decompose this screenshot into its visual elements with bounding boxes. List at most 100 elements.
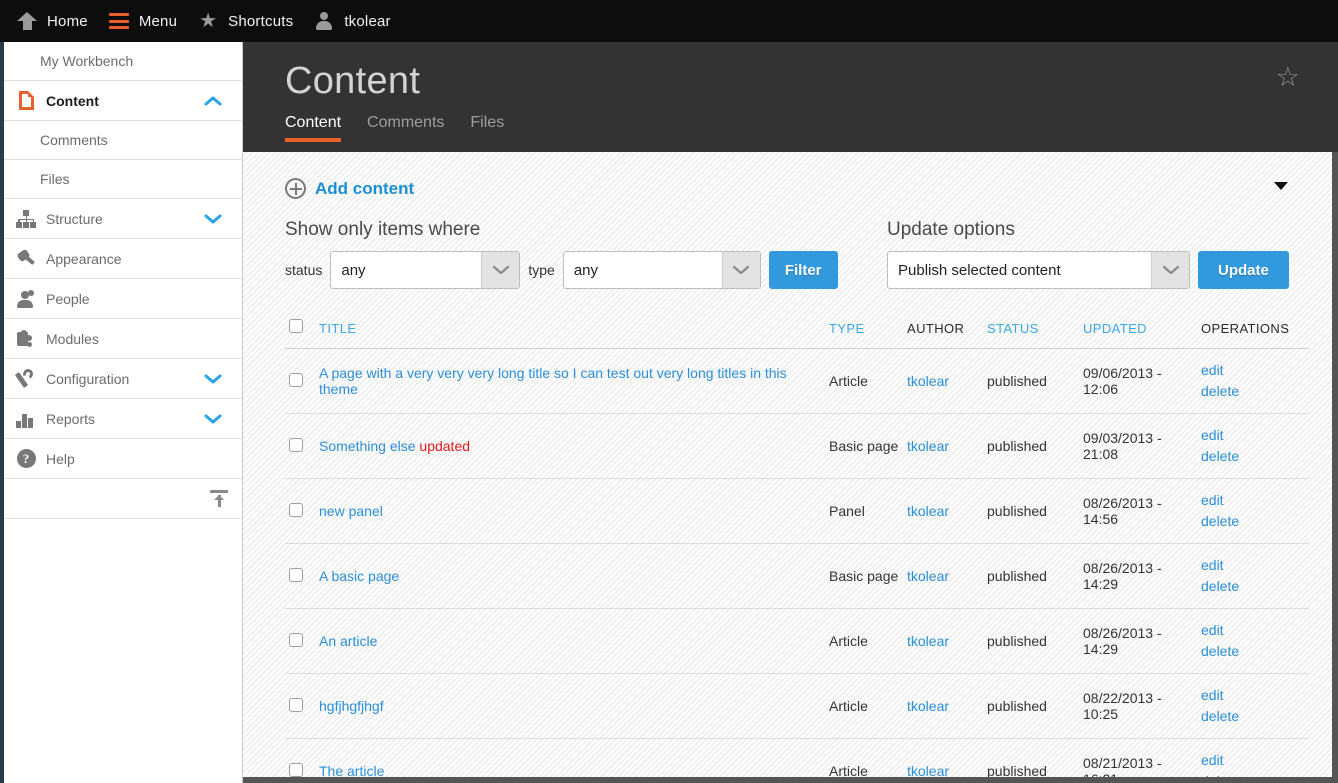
column-header-type[interactable]: TYPE (825, 311, 903, 349)
row-author-cell: tkolear (903, 544, 983, 609)
row-title-link[interactable]: A basic page (319, 568, 399, 584)
row-operations-cell: editdelete (1197, 674, 1309, 739)
column-header-updated[interactable]: UPDATED (1079, 311, 1197, 349)
collapse-toolbar-icon[interactable] (210, 490, 228, 508)
tab-files[interactable]: Files (470, 114, 504, 142)
chevron-up-icon[interactable] (204, 95, 222, 107)
column-header-author: AUTHOR (903, 311, 983, 349)
row-delete-link[interactable]: delete (1201, 381, 1305, 402)
row-delete-link[interactable]: delete (1201, 511, 1305, 532)
sidebar-item-appearance[interactable]: Appearance (4, 239, 242, 279)
tab-content[interactable]: Content (285, 114, 341, 142)
sidebar-item-label: Files (40, 171, 70, 187)
sidebar-item-structure[interactable]: Structure (4, 199, 242, 239)
plus-circle-icon (285, 178, 306, 199)
sidebar-item-modules[interactable]: Modules (4, 319, 242, 359)
app-window: Home Menu ★ Shortcuts tkolear My Workben… (0, 0, 1338, 783)
row-edit-link[interactable]: edit (1201, 490, 1305, 511)
row-checkbox[interactable] (289, 503, 303, 517)
page-title: Content (285, 60, 1338, 102)
row-title-link[interactable]: hgfjhgfjhgf (319, 698, 384, 714)
status-select[interactable]: any (330, 251, 520, 289)
sidebar-item-comments[interactable]: Comments (4, 121, 242, 160)
toolbar-item-menu[interactable]: Menu (102, 0, 191, 42)
row-delete-link[interactable]: delete (1201, 771, 1305, 783)
star-icon: ★ (197, 10, 219, 32)
sidebar-item-configuration[interactable]: Configuration (4, 359, 242, 399)
sidebar-item-files[interactable]: Files (4, 160, 242, 199)
sidebar-item-content[interactable]: Content (4, 81, 242, 121)
toolbar-item-shortcuts[interactable]: ★ Shortcuts (191, 0, 307, 42)
type-label: type (528, 262, 554, 278)
row-checkbox[interactable] (289, 633, 303, 647)
help-icon: ? (14, 448, 38, 470)
row-author-link[interactable]: tkolear (907, 438, 949, 454)
row-type-cell: Basic page (825, 544, 903, 609)
sidebar-item-reports[interactable]: Reports (4, 399, 242, 439)
row-operations-cell: editdelete (1197, 544, 1309, 609)
row-edit-link[interactable]: edit (1201, 360, 1305, 381)
row-edit-link[interactable]: edit (1201, 425, 1305, 446)
caret-down-icon[interactable] (1274, 182, 1288, 190)
row-author-link[interactable]: tkolear (907, 633, 949, 649)
row-checkbox[interactable] (289, 763, 303, 777)
row-author-cell: tkolear (903, 349, 983, 414)
toolbar-item-home[interactable]: Home (10, 0, 102, 42)
star-outline-icon[interactable]: ☆ (1276, 64, 1300, 91)
filter-button[interactable]: Filter (769, 251, 838, 289)
toolbar-shortcuts-label: Shortcuts (228, 13, 293, 30)
row-title-cell: A basic page (315, 544, 825, 609)
row-type-cell: Article (825, 739, 903, 783)
chevron-down-icon[interactable] (204, 413, 222, 425)
row-title-cell: A page with a very very very long title … (315, 349, 825, 414)
table-row: The articleArticletkolearpublished08/21/… (285, 739, 1309, 783)
row-delete-link[interactable]: delete (1201, 576, 1305, 597)
row-author-link[interactable]: tkolear (907, 373, 949, 389)
table-row: An articleArticletkolearpublished08/26/2… (285, 609, 1309, 674)
row-edit-link[interactable]: edit (1201, 555, 1305, 576)
row-author-link[interactable]: tkolear (907, 568, 949, 584)
row-edit-link[interactable]: edit (1201, 685, 1305, 706)
tab-comments[interactable]: Comments (367, 114, 444, 142)
row-author-link[interactable]: tkolear (907, 763, 949, 779)
row-title-link[interactable]: A page with a very very very long title … (319, 365, 787, 397)
row-checkbox[interactable] (289, 568, 303, 582)
chevron-down-icon[interactable] (204, 373, 222, 385)
row-delete-link[interactable]: delete (1201, 641, 1305, 662)
row-delete-link[interactable]: delete (1201, 446, 1305, 467)
sidebar-item-my-workbench[interactable]: My Workbench (4, 42, 242, 81)
column-header-status[interactable]: STATUS (983, 311, 1079, 349)
chevron-down-icon[interactable] (204, 213, 222, 225)
sidebar-item-label: Reports (46, 411, 95, 427)
row-title-link[interactable]: new panel (319, 503, 383, 519)
update-button[interactable]: Update (1198, 251, 1289, 289)
row-edit-link[interactable]: edit (1201, 620, 1305, 641)
add-content-link[interactable]: Add content (315, 179, 414, 199)
row-checkbox[interactable] (289, 373, 303, 387)
row-checkbox[interactable] (289, 438, 303, 452)
sidebar-item-label: Configuration (46, 371, 129, 387)
row-select-cell (285, 349, 315, 414)
type-select[interactable]: any (563, 251, 761, 289)
table-row: hgfjhgfjhgfArticletkolearpublished08/22/… (285, 674, 1309, 739)
sidebar-item-help[interactable]: ? Help (4, 439, 242, 479)
row-delete-link[interactable]: delete (1201, 706, 1305, 727)
row-operations-cell: editdelete (1197, 349, 1309, 414)
row-checkbox[interactable] (289, 698, 303, 712)
row-title-link[interactable]: The article (319, 763, 384, 779)
row-title-link[interactable]: Something else (319, 438, 419, 454)
row-author-link[interactable]: tkolear (907, 698, 949, 714)
column-header-title[interactable]: TITLE (315, 311, 825, 349)
add-content-row: Add content (285, 152, 1288, 199)
sidebar-item-people[interactable]: People (4, 279, 242, 319)
row-author-link[interactable]: tkolear (907, 503, 949, 519)
row-title-link[interactable]: An article (319, 633, 377, 649)
update-action-select[interactable]: Publish selected content (887, 251, 1190, 289)
select-all-checkbox[interactable] (289, 319, 303, 333)
row-select-cell (285, 739, 315, 783)
row-edit-link[interactable]: edit (1201, 750, 1305, 771)
row-status-cell: published (983, 544, 1079, 609)
toolbar-user-label: tkolear (344, 13, 390, 30)
main-region: Content ☆ Content Comments Files Add con… (243, 42, 1338, 783)
toolbar-item-user[interactable]: tkolear (307, 0, 404, 42)
